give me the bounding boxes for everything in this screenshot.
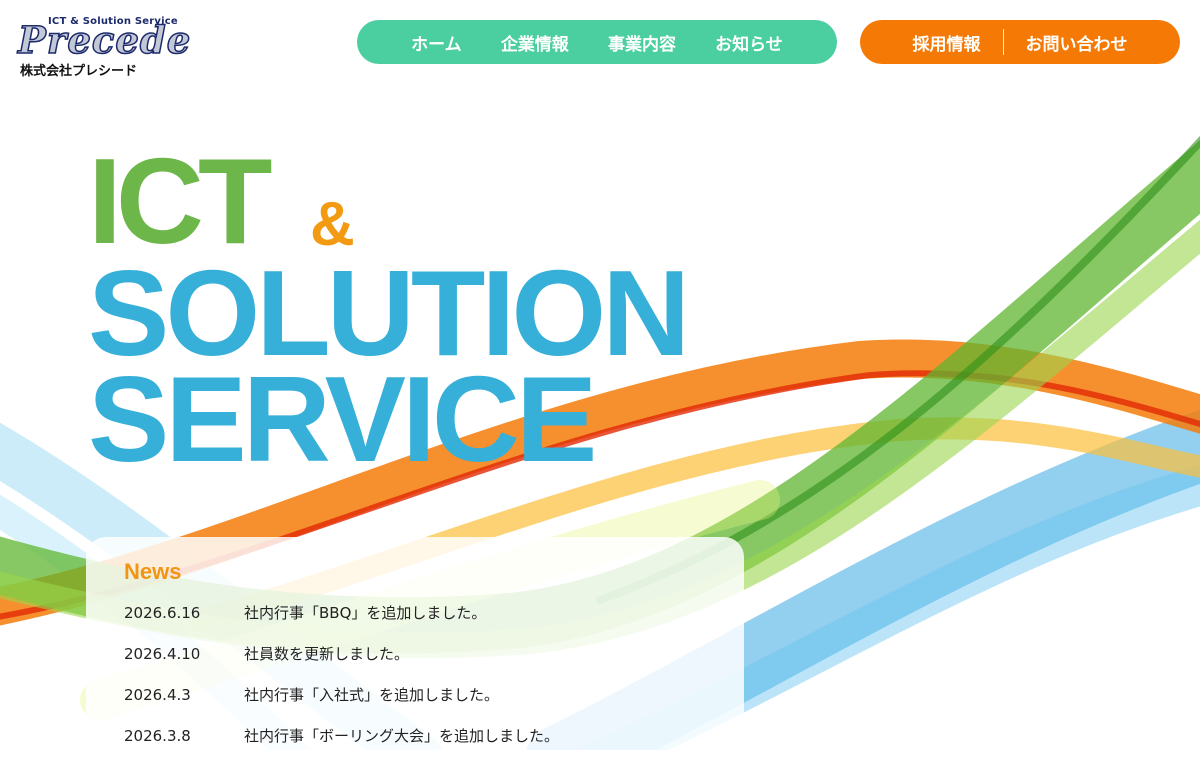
news-title[interactable]: 社内行事「ボーリング大会」を追加しました。 bbox=[244, 725, 559, 746]
news-item[interactable]: 2026.4.3 社内行事「入社式」を追加しました。 bbox=[124, 674, 724, 715]
nav-link-contact[interactable]: お問い合わせ bbox=[1004, 30, 1150, 55]
logo-wordmark: Precede bbox=[17, 18, 192, 62]
news-item[interactable]: 2026.4.10 社員数を更新しました。 bbox=[124, 633, 724, 674]
nav-link-services[interactable]: 事業内容 bbox=[608, 30, 676, 55]
hero-line-ict: ICT bbox=[88, 133, 273, 269]
news-title[interactable]: 社内行事「入社式」を追加しました。 bbox=[244, 684, 499, 705]
news-date: 2026.6.16 bbox=[124, 603, 201, 622]
nav-link-home[interactable]: ホーム bbox=[411, 30, 462, 55]
nav-link-company-info[interactable]: 企業情報 bbox=[501, 30, 569, 55]
nav-link-news[interactable]: お知らせ bbox=[715, 30, 783, 55]
news-heading: News bbox=[124, 559, 182, 584]
news-date: 2026.4.3 bbox=[124, 685, 191, 704]
hero-line-service: SERVICE bbox=[88, 351, 597, 487]
news-title[interactable]: 社員数を更新しました。 bbox=[244, 643, 409, 664]
logo-company-name: 株式会社プレシード bbox=[20, 64, 138, 79]
nav-divider bbox=[1002, 29, 1004, 55]
news-item[interactable]: 2026.6.16 社内行事「BBQ」を追加しました。 bbox=[124, 592, 724, 633]
main-navigation: ホーム 企業情報 事業内容 お知らせ bbox=[357, 20, 837, 64]
news-date: 2026.4.10 bbox=[124, 644, 201, 663]
news-date: 2026.3.8 bbox=[124, 726, 191, 745]
sub-navigation: 採用情報 お問い合わせ bbox=[860, 20, 1180, 64]
nav-link-recruit[interactable]: 採用情報 bbox=[891, 30, 1003, 55]
news-list: 2026.6.16 社内行事「BBQ」を追加しました。 2026.4.10 社員… bbox=[124, 592, 724, 756]
news-title[interactable]: 社内行事「BBQ」を追加しました。 bbox=[244, 602, 486, 623]
news-panel: News 2026.6.16 社内行事「BBQ」を追加しました。 2026.4.… bbox=[86, 537, 744, 777]
